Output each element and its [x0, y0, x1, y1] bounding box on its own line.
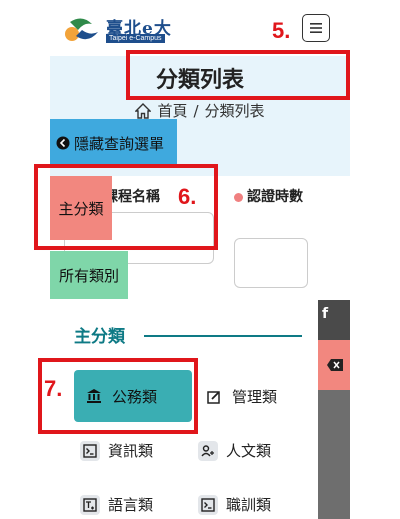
logo-mark-icon	[65, 18, 98, 41]
side-app-icon[interactable]: f	[322, 306, 328, 322]
category-management[interactable]: 管理類	[204, 386, 277, 407]
cert-hours-label: 認證時數	[234, 186, 304, 208]
site-logo[interactable]: 臺北e大 Taipei e-Campus	[62, 12, 182, 48]
terminal-icon	[80, 440, 100, 461]
category-vocational[interactable]: 職訓類	[198, 494, 271, 515]
home-icon	[135, 102, 152, 119]
hamburger-icon	[310, 23, 322, 33]
annotation-label-7: 7.	[44, 376, 63, 401]
category-label: 職訓類	[226, 496, 272, 514]
category-humanities[interactable]: 人文類	[198, 440, 271, 461]
arrow-left-circle-icon	[56, 136, 70, 150]
breadcrumb-current: 分類列表	[204, 102, 265, 120]
category-information[interactable]: 資訊類	[80, 440, 153, 461]
people-icon	[198, 440, 218, 461]
annotation-box-5	[126, 50, 350, 100]
category-heading-divider	[144, 335, 302, 337]
annotation-label-5: 5.	[272, 18, 291, 43]
category-label: 資訊類	[108, 442, 154, 460]
hide-filter-label: 隱藏查詢選單	[74, 134, 165, 153]
cert-hours-input[interactable]	[234, 238, 308, 288]
breadcrumb-separator: /	[193, 101, 199, 120]
all-categories-chip-label: 所有類別	[58, 266, 119, 285]
breadcrumb: 首頁 / 分類列表	[50, 100, 350, 121]
language-icon	[80, 494, 100, 515]
all-categories-chip[interactable]: 所有類別	[50, 251, 128, 299]
delete-icon[interactable]	[326, 358, 344, 372]
menu-button[interactable]	[302, 14, 330, 42]
category-label: 人文類	[226, 442, 272, 460]
terminal-icon	[198, 494, 218, 515]
annotation-label-6: 6.	[178, 184, 197, 209]
category-language[interactable]: 語言類	[80, 494, 153, 515]
cert-hours-label-text: 認證時數	[247, 189, 303, 205]
breadcrumb-home-link[interactable]: 首頁	[157, 100, 187, 121]
required-dot	[234, 192, 243, 202]
hide-filter-button[interactable]: 隱藏查詢選單	[50, 119, 177, 167]
logo-subtitle: Taipei e-Campus	[106, 34, 165, 43]
category-label: 管理類	[232, 388, 278, 406]
category-heading: 主分類	[74, 327, 125, 347]
category-label: 語言類	[108, 496, 154, 514]
edit-icon	[204, 386, 224, 407]
